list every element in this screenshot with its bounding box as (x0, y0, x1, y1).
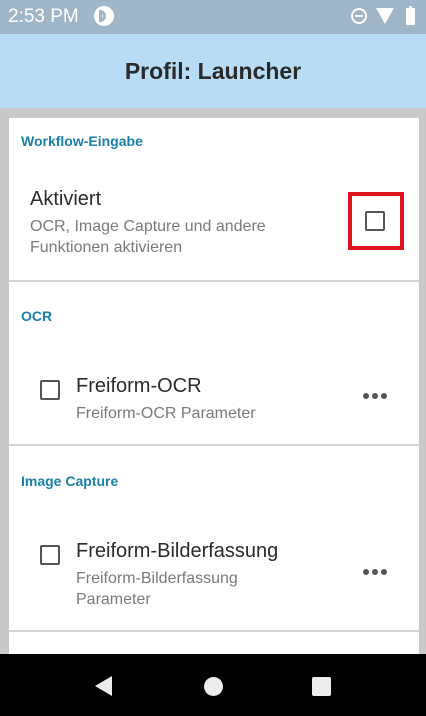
battery-icon (406, 6, 415, 25)
do-not-disturb-icon (351, 8, 367, 24)
section-header-image-capture: Image Capture (21, 473, 119, 489)
preference-enabled-summary: OCR, Image Capture und andere Funktionen… (30, 218, 266, 256)
home-icon[interactable] (204, 677, 223, 696)
freeform-ocr-title: Freiform-OCR (76, 375, 202, 397)
freeform-image-capture-title: Freiform-Bilderfassung (76, 540, 279, 562)
freeform-ocr-checkbox[interactable] (40, 380, 60, 400)
page-title: Profil: Launcher (124, 58, 302, 84)
freeform-image-capture-checkbox[interactable] (40, 545, 60, 565)
preference-enabled-title: Aktiviert (30, 188, 102, 210)
more-options-icon[interactable] (363, 393, 387, 399)
back-icon[interactable] (95, 676, 112, 696)
freeform-ocr-summary: Freiform-OCR Parameter (76, 405, 256, 422)
app-notification-icon (94, 6, 114, 26)
status-bar: 2:53 PM 5 (0, 0, 426, 34)
recents-icon[interactable] (312, 677, 331, 696)
more-options-icon[interactable] (363, 569, 387, 575)
status-time: 2:53 PM (8, 6, 79, 27)
section-partial (9, 632, 419, 654)
wifi-badge: 5 (389, 14, 395, 24)
section-header-workflow-input: Workflow-Eingabe (21, 133, 143, 149)
highlight-box (348, 192, 404, 250)
freeform-image-capture-summary: Freiform-Bilderfassung Parameter (76, 570, 238, 608)
app-bar: Profil: Launcher (0, 34, 426, 108)
section-header-ocr: OCR (21, 308, 53, 324)
